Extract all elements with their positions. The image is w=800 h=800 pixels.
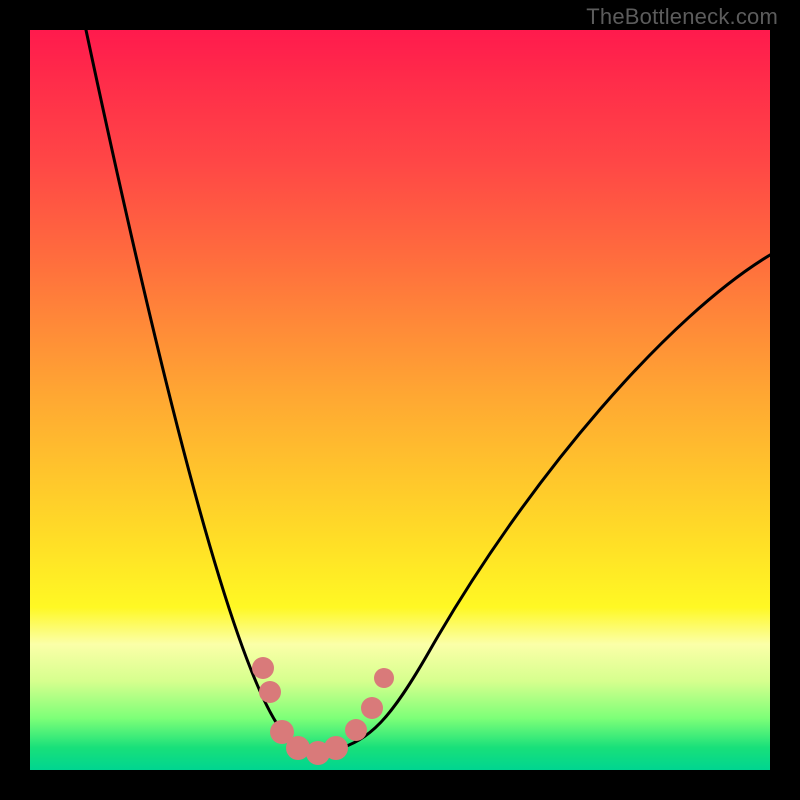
marker <box>286 736 310 760</box>
marker <box>345 719 367 741</box>
marker <box>252 657 274 679</box>
curve-markers <box>252 657 394 765</box>
bottleneck-curve <box>86 30 770 751</box>
marker <box>374 668 394 688</box>
marker <box>324 736 348 760</box>
chart-frame: TheBottleneck.com <box>0 0 800 800</box>
curve-layer <box>30 30 770 770</box>
attribution-label: TheBottleneck.com <box>586 4 778 30</box>
plot-area <box>30 30 770 770</box>
marker <box>361 697 383 719</box>
marker <box>259 681 281 703</box>
